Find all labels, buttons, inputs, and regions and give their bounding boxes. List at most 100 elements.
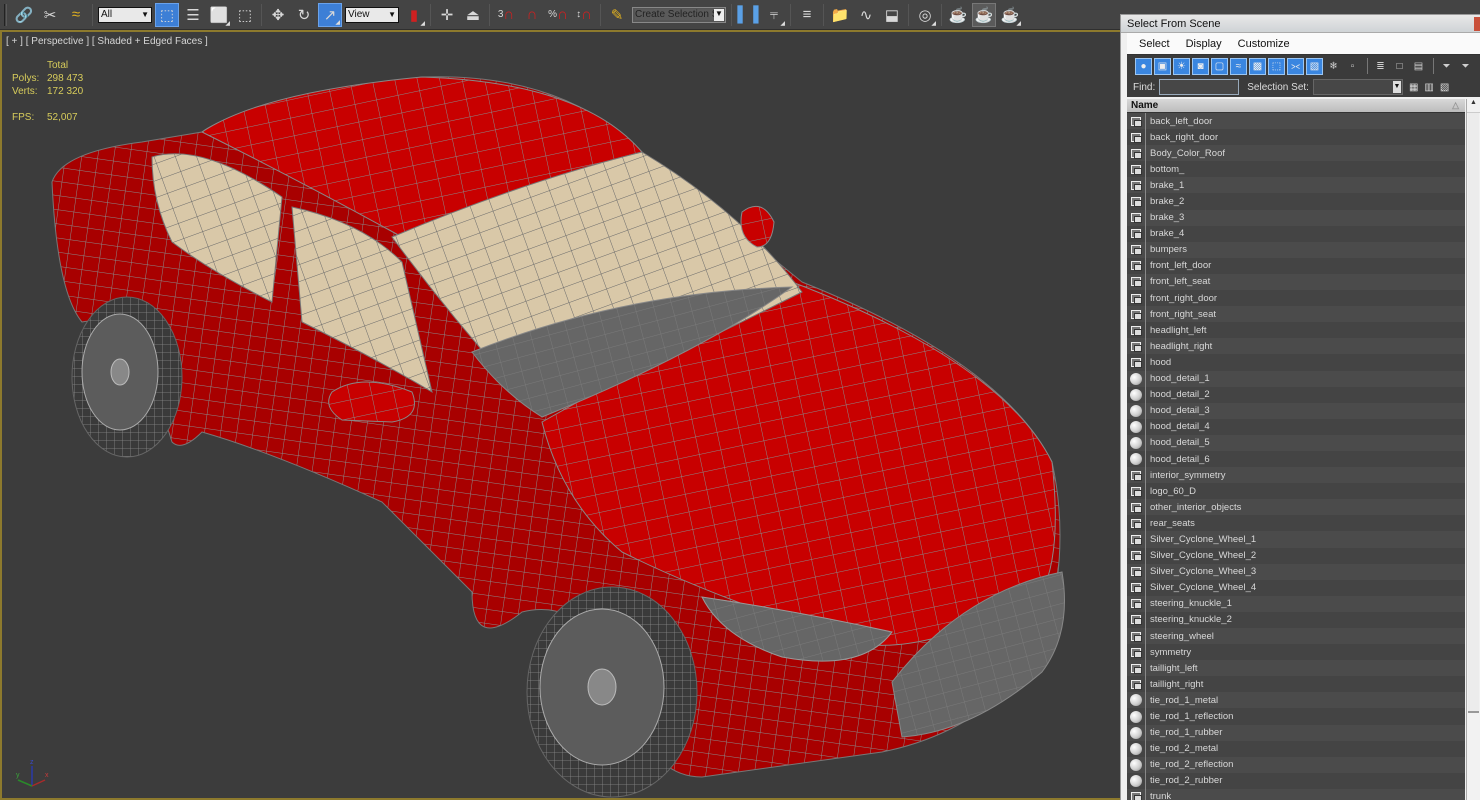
- list-item[interactable]: Silver_Cyclone_Wheel_1: [1127, 531, 1465, 548]
- display-groups-icon[interactable]: ▩: [1249, 57, 1266, 75]
- list-item[interactable]: symmetry: [1127, 644, 1465, 661]
- snaps-toggle-icon[interactable]: 3 ∩: [494, 3, 518, 27]
- display-shapes-icon[interactable]: ▣: [1154, 57, 1171, 75]
- list-item[interactable]: steering_wheel: [1127, 628, 1465, 645]
- display-cameras-icon[interactable]: ◙: [1192, 57, 1209, 75]
- display-space-warps-icon[interactable]: ≈: [1230, 57, 1247, 75]
- list-item[interactable]: tie_rod_2_metal: [1127, 740, 1465, 757]
- scene-explorer-icon[interactable]: 📁: [828, 3, 852, 27]
- bind-space-warp-icon[interactable]: ≈: [64, 3, 88, 27]
- filter-icon[interactable]: ⏷: [1438, 58, 1455, 75]
- list-item[interactable]: tie_rod_1_reflection: [1127, 708, 1465, 725]
- unlink-icon[interactable]: ✂: [38, 3, 62, 27]
- list-item[interactable]: bumpers: [1127, 241, 1465, 258]
- column-header-name[interactable]: Name △: [1127, 99, 1465, 113]
- list-item[interactable]: steering_knuckle_1: [1127, 595, 1465, 612]
- schematic-view-icon[interactable]: ⬓: [880, 3, 904, 27]
- link-icon[interactable]: 🔗: [12, 3, 36, 27]
- list-scrollbar[interactable]: ▲: [1466, 99, 1480, 800]
- named-selection-dropdown[interactable]: Create Selection Se ▼: [632, 6, 726, 23]
- list-item[interactable]: trunk: [1127, 788, 1465, 800]
- select-by-name-icon[interactable]: ☰: [181, 3, 205, 27]
- list-item[interactable]: front_right_door: [1127, 290, 1465, 307]
- list-item[interactable]: front_left_door: [1127, 257, 1465, 274]
- render-icon[interactable]: ☕ ◢: [998, 3, 1022, 27]
- display-geometry-icon[interactable]: ●: [1135, 57, 1152, 75]
- rendered-frame-window-icon[interactable]: ☕: [972, 2, 996, 27]
- list-item[interactable]: brake_2: [1127, 193, 1465, 210]
- list-item[interactable]: brake_4: [1127, 225, 1465, 242]
- display-containers-icon[interactable]: ▧: [1306, 57, 1323, 75]
- list-item[interactable]: taillight_right: [1127, 676, 1465, 693]
- viewport-point-of-view-menu[interactable]: [ Perspective ]: [26, 36, 89, 47]
- viewport-general-menu[interactable]: [ + ]: [6, 36, 23, 47]
- display-bones-icon[interactable]: ⪥: [1287, 57, 1304, 75]
- selection-set-dropdown[interactable]: ▼: [1312, 79, 1403, 95]
- render-setup-icon[interactable]: ☕: [946, 3, 970, 27]
- perspective-viewport[interactable]: [ + ] [ Perspective ] [ Shaded + Edged F…: [0, 30, 1120, 800]
- list-item[interactable]: Silver_Cyclone_Wheel_3: [1127, 563, 1465, 580]
- list-item[interactable]: hood_detail_3: [1127, 402, 1465, 419]
- list-item[interactable]: interior_symmetry: [1127, 467, 1465, 484]
- list-item[interactable]: back_right_door: [1127, 129, 1465, 146]
- close-icon[interactable]: [1474, 17, 1480, 31]
- toolbar-grip[interactable]: [4, 3, 7, 26]
- list-item[interactable]: Silver_Cyclone_Wheel_2: [1127, 547, 1465, 564]
- find-input[interactable]: [1159, 79, 1240, 95]
- viewport-shading-menu[interactable]: [ Shaded + Edged Faces ]: [92, 36, 208, 47]
- list-item[interactable]: brake_3: [1127, 209, 1465, 226]
- rect-selection-icon[interactable]: ⬜ ◢: [207, 3, 231, 27]
- display-lights-icon[interactable]: ☀: [1173, 57, 1190, 75]
- angle-snap-icon[interactable]: ∩: [520, 3, 544, 27]
- list-item[interactable]: tie_rod_2_rubber: [1127, 772, 1465, 789]
- list-item[interactable]: front_right_seat: [1127, 306, 1465, 323]
- keyboard-shortcut-override-icon[interactable]: ⏏: [461, 3, 485, 27]
- list-item[interactable]: headlight_right: [1127, 338, 1465, 355]
- list-item[interactable]: Body_Color_Roof: [1127, 145, 1465, 162]
- select-invert-icon[interactable]: ▧: [1440, 82, 1449, 93]
- menu-select[interactable]: Select: [1139, 38, 1170, 50]
- move-icon[interactable]: ✥: [266, 3, 290, 27]
- list-item[interactable]: headlight_left: [1127, 322, 1465, 339]
- select-manipulate-icon[interactable]: ✛: [435, 3, 459, 27]
- list-item[interactable]: hood_detail_2: [1127, 386, 1465, 403]
- scrollbar-thumb[interactable]: [1468, 113, 1479, 713]
- display-all-icon[interactable]: ≣: [1372, 58, 1389, 75]
- list-item[interactable]: tie_rod_1_rubber: [1127, 724, 1465, 741]
- select-object-icon[interactable]: ⬚: [155, 2, 179, 27]
- list-item[interactable]: bottom_: [1127, 161, 1465, 178]
- menu-display[interactable]: Display: [1186, 38, 1222, 50]
- list-item[interactable]: hood_detail_6: [1127, 450, 1465, 468]
- selection-filter-dropdown[interactable]: All ▼: [98, 6, 152, 23]
- layer-manager-icon[interactable]: ≡: [795, 3, 819, 27]
- display-xrefs-icon[interactable]: ⬚: [1268, 57, 1285, 75]
- material-editor-icon[interactable]: ◎ ◢: [913, 3, 937, 27]
- menu-customize[interactable]: Customize: [1238, 38, 1290, 50]
- list-item[interactable]: logo_60_D: [1127, 483, 1465, 500]
- align-icon[interactable]: ⫧ ◢: [762, 3, 786, 27]
- window-crossing-icon[interactable]: ⬚: [233, 3, 257, 27]
- display-frozen-icon[interactable]: ❄: [1325, 58, 1342, 75]
- list-item[interactable]: tie_rod_2_reflection: [1127, 756, 1465, 773]
- list-item[interactable]: steering_knuckle_2: [1127, 611, 1465, 628]
- list-item[interactable]: Silver_Cyclone_Wheel_4: [1127, 579, 1465, 596]
- list-item[interactable]: back_left_door: [1127, 113, 1465, 130]
- list-item[interactable]: brake_1: [1127, 177, 1465, 194]
- list-item[interactable]: hood_detail_1: [1127, 370, 1465, 387]
- display-helpers-icon[interactable]: ▢: [1211, 57, 1228, 75]
- reference-coord-dropdown[interactable]: View ▼: [345, 6, 399, 23]
- filter-options-icon[interactable]: ⏷: [1457, 58, 1474, 75]
- select-none-icon[interactable]: ▥: [1424, 82, 1433, 93]
- display-hidden-icon[interactable]: ▫: [1344, 58, 1361, 75]
- list-item[interactable]: taillight_left: [1127, 660, 1465, 677]
- list-item[interactable]: front_left_seat: [1127, 273, 1465, 291]
- list-item[interactable]: hood_detail_5: [1127, 434, 1465, 451]
- scroll-up-icon[interactable]: ▲: [1467, 99, 1480, 113]
- edit-named-selection-icon[interactable]: ✎: [605, 3, 629, 27]
- list-item[interactable]: other_interior_objects: [1127, 499, 1465, 516]
- display-invert-icon[interactable]: ▤: [1410, 58, 1427, 75]
- dialog-title-bar[interactable]: Select From Scene: [1121, 15, 1480, 33]
- percent-snap-icon[interactable]: % ∩: [546, 3, 570, 27]
- list-item[interactable]: tie_rod_1_metal: [1127, 692, 1465, 709]
- select-all-icon[interactable]: ▦: [1409, 82, 1418, 93]
